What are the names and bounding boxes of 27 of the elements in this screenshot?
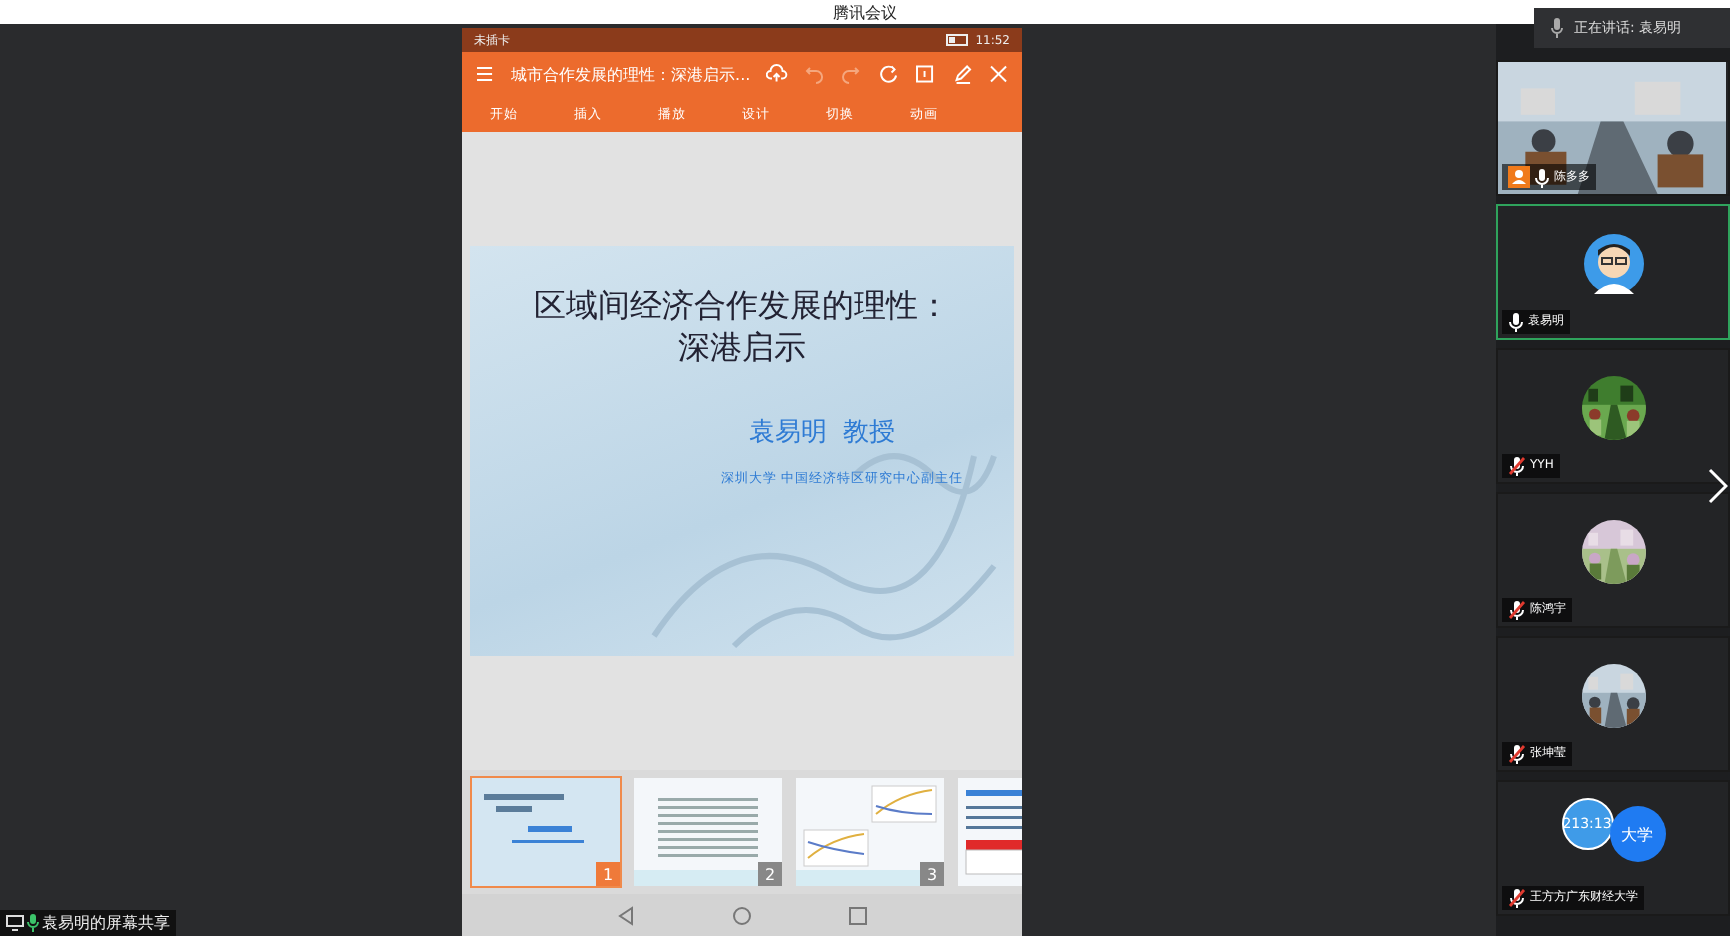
- slide-subtitle: 深港启示: [678, 328, 806, 370]
- avatar-badge: 大学: [1609, 806, 1665, 862]
- document-title: 城市合作发展的理性：深港启示...: [511, 63, 751, 85]
- author-name: 袁易明 教授: [748, 416, 896, 450]
- microphone-icon: [26, 914, 40, 932]
- battery-icon: [945, 34, 970, 46]
- screen-share-label: 袁易明的屏幕共享: [42, 912, 170, 934]
- slide-thumbnail[interactable]: 3: [794, 776, 946, 888]
- slide-thumbnail[interactable]: 1: [470, 776, 622, 888]
- slide-thumbnail[interactable]: 2: [632, 776, 784, 888]
- screen-share-icon: [6, 914, 24, 932]
- close-icon[interactable]: [988, 60, 1011, 88]
- slide-title: 区域间经济合作发展的理性：: [534, 286, 950, 328]
- cloud-upload-icon[interactable]: [766, 60, 788, 88]
- home-icon[interactable]: [732, 905, 752, 925]
- next-page-button[interactable]: [1706, 468, 1730, 508]
- slide-number: 3: [920, 862, 944, 886]
- slideshow-icon[interactable]: [914, 60, 936, 88]
- back-icon[interactable]: [616, 905, 636, 925]
- avatar-icon: [1583, 234, 1643, 294]
- slide-number: 1: [596, 862, 620, 886]
- window-title: 腾讯会议: [833, 1, 897, 23]
- microphone-icon: [1550, 18, 1564, 38]
- slide-thumbnail[interactable]: [956, 776, 1022, 888]
- slide-number: 2: [758, 862, 782, 886]
- pen-icon[interactable]: [951, 60, 973, 88]
- recents-icon[interactable]: [848, 905, 868, 925]
